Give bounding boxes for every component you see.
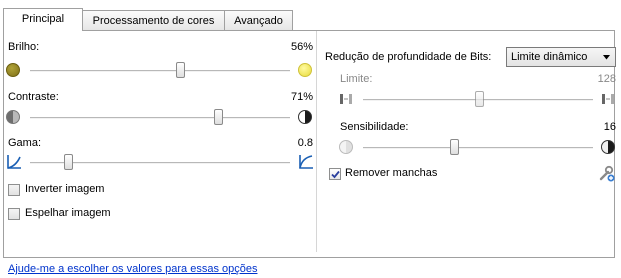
contrast-high-icon bbox=[298, 110, 312, 124]
threshold-low-icon bbox=[340, 94, 352, 104]
threshold-slider-thumb[interactable] bbox=[475, 91, 484, 107]
tab-avancado[interactable]: Avançado bbox=[224, 10, 293, 30]
threshold-label: Limite: bbox=[340, 73, 373, 85]
remove-spots-label: Remover manchas bbox=[345, 167, 438, 179]
chevron-down-icon bbox=[603, 55, 610, 60]
bit-reduction-value: Limite dinâmico bbox=[511, 51, 588, 63]
threshold-value: 128 bbox=[597, 73, 616, 85]
wrench-settings-icon[interactable] bbox=[598, 165, 615, 182]
sensitivity-high-icon bbox=[601, 140, 615, 154]
mirror-image-label: Espelhar imagem bbox=[25, 207, 111, 219]
gamma-low-icon bbox=[7, 155, 21, 169]
gamma-label: Gama: bbox=[8, 137, 42, 149]
brightness-label: Brilho: bbox=[8, 41, 40, 53]
contrast-slider-track[interactable] bbox=[30, 117, 290, 119]
remove-spots-checkbox[interactable] bbox=[329, 168, 341, 180]
contrast-value: 71% bbox=[290, 91, 313, 103]
brightness-dark-icon bbox=[6, 63, 20, 77]
sensitivity-label: Sensibilidade: bbox=[340, 121, 409, 133]
bit-reduction-select[interactable]: Limite dinâmico bbox=[506, 47, 616, 67]
sensitivity-slider-track[interactable] bbox=[363, 147, 593, 149]
contrast-label: Contraste: bbox=[8, 91, 59, 103]
tab-principal[interactable]: Principal bbox=[3, 8, 83, 31]
bit-reduction-label: Redução de profundidade de Bits: bbox=[325, 51, 492, 63]
checkmark-icon bbox=[331, 170, 340, 179]
mirror-image-checkbox[interactable] bbox=[8, 208, 20, 220]
invert-image-checkbox[interactable] bbox=[8, 184, 20, 196]
panel-divider bbox=[316, 31, 317, 252]
gamma-high-icon bbox=[299, 155, 313, 169]
sensitivity-low-icon bbox=[339, 140, 353, 154]
sensitivity-slider-thumb[interactable] bbox=[450, 139, 459, 155]
gamma-slider-thumb[interactable] bbox=[64, 154, 73, 170]
invert-image-label: Inverter imagem bbox=[25, 183, 105, 195]
brightness-light-icon bbox=[298, 63, 312, 77]
contrast-low-icon bbox=[6, 110, 20, 124]
brightness-slider-track[interactable] bbox=[30, 70, 290, 72]
help-link[interactable]: Ajude-me a escolher os valores para essa… bbox=[8, 263, 257, 275]
contrast-slider-thumb[interactable] bbox=[214, 109, 223, 125]
tab-processamento-de-cores[interactable]: Processamento de cores bbox=[82, 10, 225, 30]
brightness-slider-thumb[interactable] bbox=[176, 62, 185, 78]
brightness-value: 56% bbox=[290, 41, 313, 53]
threshold-high-icon bbox=[602, 94, 614, 104]
sensitivity-value: 16 bbox=[603, 121, 616, 133]
tab-strip: Principal Processamento de cores Avançad… bbox=[0, 8, 621, 31]
gamma-value: 0.8 bbox=[297, 137, 313, 149]
